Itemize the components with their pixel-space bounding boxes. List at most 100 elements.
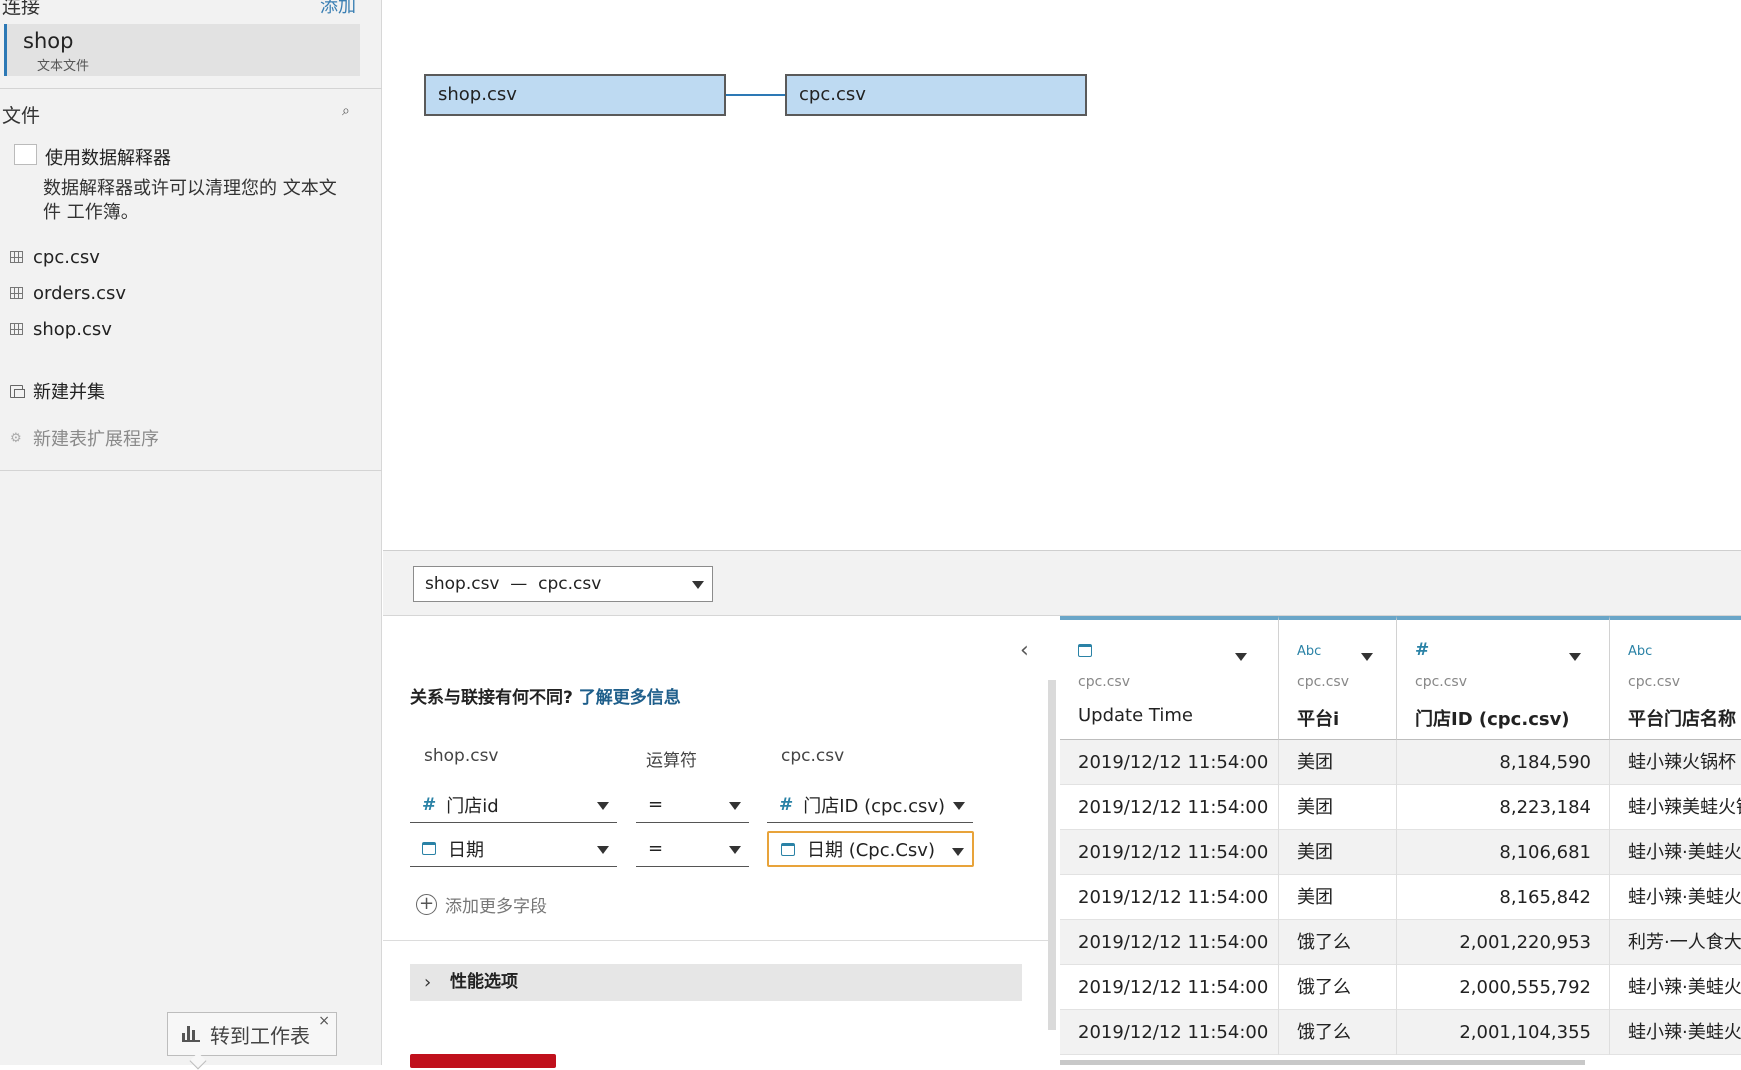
- calendar-icon: [781, 842, 795, 856]
- operator-dropdown-1[interactable]: =: [636, 787, 749, 823]
- table-row: 2019/12/12 11:54:00 美团 8,184,590 蛙小辣火锅杯: [1060, 740, 1741, 785]
- connections-heading: 连接: [2, 0, 41, 18]
- close-icon[interactable]: ×: [318, 1013, 330, 1029]
- add-icon: +: [416, 894, 437, 915]
- table-cell: 饿了么: [1279, 920, 1397, 965]
- operator-dropdown-2[interactable]: =: [636, 831, 749, 867]
- left-field-dropdown-1[interactable]: # 门店id: [410, 787, 617, 823]
- worksheet-tab-label: 转到工作表: [210, 1023, 310, 1048]
- column-header-store-id[interactable]: # cpc.csv 门店ID (cpc.csv): [1397, 616, 1610, 740]
- chevron-down-icon: [597, 802, 609, 810]
- table-cell: 2019/12/12 11:54:00: [1060, 830, 1279, 875]
- chevron-down-icon: [692, 581, 704, 589]
- table-row: 2019/12/12 11:54:00 饿了么 2,001,104,355 蛙小辣·美…: [1060, 1010, 1741, 1055]
- primary-action-button[interactable]: [410, 1054, 556, 1068]
- calendar-clock-icon: [1078, 644, 1092, 661]
- table-row: 2019/12/12 11:54:00 饿了么 2,001,220,953 利芳·一人…: [1060, 920, 1741, 965]
- chevron-down-icon: [729, 846, 741, 854]
- column-header-platform[interactable]: Abc cpc.csv 平台i: [1279, 616, 1397, 740]
- file-item-cpc[interactable]: cpc.csv: [10, 243, 100, 271]
- relationship-selector-value: shop.csv — cpc.csv: [425, 574, 602, 594]
- chevron-down-icon: [729, 802, 741, 810]
- left-panel: 连接 添加 shop 文本文件 文件 ⌕ 使用数据解释器 数据解释器或许可以清理…: [0, 0, 382, 1070]
- add-connection-link[interactable]: 添加: [320, 0, 356, 18]
- table-cell: 美团: [1279, 740, 1397, 785]
- table-row: 2019/12/12 11:54:00美团8,223,184蛙小辣美蛙火锅: [1060, 785, 1741, 830]
- table-cell: 2019/12/12 11:54:00: [1060, 1010, 1279, 1055]
- performance-options-toggle[interactable]: › 性能选项: [410, 964, 1022, 1001]
- data-grid: cpc.csv Update Time Abc cpc.csv 平台i # cp…: [1060, 616, 1741, 1065]
- chevron-down-icon[interactable]: [1569, 653, 1581, 661]
- chevron-down-icon: [953, 802, 965, 810]
- collapse-icon[interactable]: ‹: [1020, 638, 1029, 663]
- new-extension-label: 新建表扩展程序: [33, 429, 159, 450]
- chevron-down-icon[interactable]: [1361, 653, 1373, 661]
- table-cell: 饿了么: [1279, 1010, 1397, 1055]
- column-source: cpc.csv: [1078, 674, 1131, 690]
- new-extension-item[interactable]: ⚙ 新建表扩展程序: [10, 424, 159, 452]
- table-cell: 美团: [1279, 830, 1397, 875]
- operator-value: =: [648, 838, 664, 859]
- relationship-line[interactable]: [726, 94, 785, 96]
- column-name: 门店ID (cpc.csv): [1415, 709, 1570, 730]
- right-field-dropdown-1[interactable]: # 门店ID (cpc.csv): [767, 787, 973, 823]
- table-cell: 美团: [1279, 785, 1397, 830]
- right-field-value: 日期 (Cpc.Csv): [807, 840, 935, 861]
- number-icon: #: [422, 794, 437, 815]
- column-name: 平台门店名称: [1628, 709, 1736, 730]
- table-cell: 蛙小辣火锅杯: [1610, 740, 1741, 785]
- file-item-shop[interactable]: shop.csv: [10, 315, 112, 343]
- column-header-store-name[interactable]: Abc cpc.csv 平台门店名称: [1610, 616, 1741, 740]
- column-source: cpc.csv: [1297, 674, 1350, 690]
- left-field-dropdown-2[interactable]: 日期: [410, 831, 617, 867]
- horizontal-scrollbar[interactable]: [1060, 1060, 1585, 1065]
- add-more-fields-label: 添加更多字段: [445, 897, 547, 917]
- table-cell: 8,165,842: [1397, 875, 1610, 920]
- calendar-icon: [422, 842, 436, 855]
- file-item-label: orders.csv: [33, 282, 127, 304]
- left-table-header: shop.csv: [424, 746, 499, 766]
- new-union-item[interactable]: 新建并集: [10, 377, 105, 405]
- performance-options-label: 性能选项: [450, 972, 518, 992]
- table-cell: 利芳·一人食大: [1610, 920, 1741, 965]
- table-row: 2019/12/12 11:54:00 美团 8,106,681 蛙小辣·美蛙火: [1060, 830, 1741, 875]
- table-icon: [10, 287, 23, 299]
- column-name: 平台i: [1297, 709, 1340, 730]
- relationship-selector[interactable]: shop.csv — cpc.csv: [413, 566, 713, 602]
- canvas-table-shop[interactable]: shop.csv: [424, 74, 726, 116]
- canvas-table-cpc[interactable]: cpc.csv: [785, 74, 1087, 116]
- table-cell: 美团: [1279, 875, 1397, 920]
- column-header-update-time[interactable]: cpc.csv Update Time: [1060, 616, 1279, 740]
- chevron-down-icon[interactable]: [1235, 653, 1247, 661]
- interpreter-checkbox[interactable]: [14, 144, 37, 165]
- add-more-fields-button[interactable]: + 添加更多字段: [416, 892, 547, 917]
- table-row: 2019/12/12 11:54:00 饿了么 2,000,555,792 蛙小辣·美…: [1060, 965, 1741, 1010]
- file-item-label: shop.csv: [33, 318, 112, 340]
- union-icon: [10, 384, 25, 398]
- search-icon[interactable]: ⌕: [342, 103, 350, 119]
- interpreter-label[interactable]: 使用数据解释器: [45, 144, 171, 170]
- right-field-value: 门店ID (cpc.csv): [803, 795, 946, 817]
- table-cell: 8,184,590: [1397, 740, 1610, 785]
- new-union-label: 新建并集: [33, 382, 105, 403]
- extension-icon: ⚙: [10, 430, 22, 446]
- table-row: 2019/12/12 11:54:00 美团 8,165,842 蛙小辣·美蛙火: [1060, 875, 1741, 920]
- column-source: cpc.csv: [1415, 674, 1468, 690]
- table-cell: 2,000,555,792: [1397, 965, 1610, 1010]
- file-item-orders[interactable]: orders.csv: [10, 279, 126, 307]
- vertical-scrollbar[interactable]: [1048, 680, 1056, 1030]
- go-to-worksheet-tab[interactable]: 转到工作表 ×: [167, 1012, 337, 1056]
- divider: [383, 940, 1048, 941]
- operator-header: 运算符: [646, 751, 697, 771]
- table-cell: 2019/12/12 11:54:00: [1060, 965, 1279, 1010]
- chevron-down-icon: [952, 848, 964, 856]
- learn-more-link[interactable]: 了解更多信息: [579, 688, 681, 708]
- right-field-dropdown-2[interactable]: 日期 (Cpc.Csv): [767, 831, 974, 867]
- connection-type: 文本文件: [37, 59, 90, 74]
- chevron-right-icon: ›: [424, 972, 432, 993]
- table-cell: 蛙小辣美蛙火锅: [1610, 785, 1741, 830]
- connection-item-shop[interactable]: shop 文本文件: [4, 24, 360, 76]
- string-type-icon: Abc: [1628, 644, 1653, 659]
- relationship-question: 关系与联接有何不同?: [410, 688, 573, 708]
- left-field-value: 门店id: [446, 795, 499, 817]
